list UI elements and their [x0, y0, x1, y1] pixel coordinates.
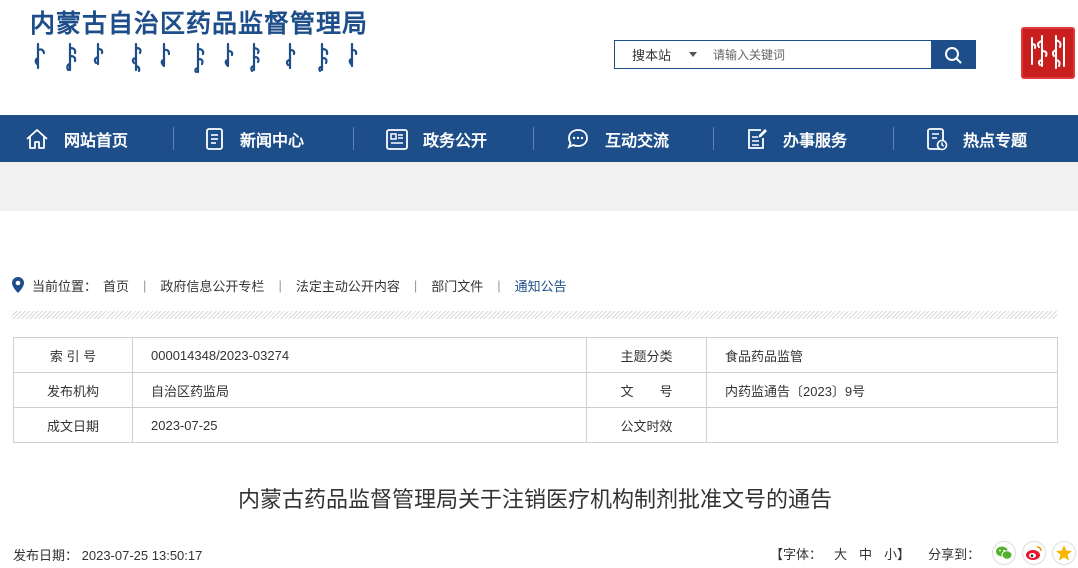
share-qzone-button[interactable]: [1052, 541, 1077, 565]
qzone-star-icon: [1056, 545, 1073, 561]
docno-label: 文 号: [586, 372, 707, 408]
mongolian-script-logo: [34, 42, 358, 74]
date-value: 2023-07-25: [132, 407, 587, 443]
site-header: 内蒙古自治区药品监督管理局 搜本站: [0, 0, 1078, 115]
date-label: 成文日期: [13, 407, 133, 443]
wechat-icon: [996, 546, 1013, 560]
nav-item-interaction[interactable]: 互动交流: [565, 115, 669, 162]
topic-label: 主题分类: [586, 337, 707, 373]
share-wechat-button[interactable]: [992, 541, 1017, 565]
nav-item-services[interactable]: 办事服务: [745, 115, 847, 162]
search-scope-label: 搜本站: [632, 48, 672, 63]
home-icon: [26, 128, 48, 149]
site-logo[interactable]: 内蒙古自治区药品监督管理局: [30, 4, 369, 74]
table-row: 索 引 号 000014348/2023-03274 主题分类 食品药品监管: [13, 337, 1058, 373]
table-row: 成文日期 2023-07-25 公文时效: [13, 407, 1058, 443]
nav-divider: [173, 127, 174, 150]
share-weibo-button[interactable]: [1022, 541, 1047, 565]
nav-divider: [353, 127, 354, 150]
breadcrumb-item-notices[interactable]: 通知公告: [515, 276, 567, 295]
nav-item-topics[interactable]: 热点专题: [925, 115, 1027, 162]
font-size-medium-button[interactable]: 中: [859, 544, 872, 563]
breadcrumb-label: 当前位置：: [32, 278, 98, 294]
font-size-small-button[interactable]: 小】: [884, 544, 910, 563]
location-pin-icon: [12, 277, 24, 293]
article-tools: 【字体： 大 中 小】 分享到：: [770, 541, 1077, 565]
validity-value: [706, 407, 1058, 443]
caret-down-icon: [689, 52, 697, 57]
publish-date-label: 发布日期：: [13, 548, 79, 563]
nav-item-news[interactable]: 新闻中心: [204, 115, 304, 162]
publisher-value: 自治区药监局: [132, 372, 587, 408]
nav-label: 互动交流: [605, 132, 670, 150]
nav-divider: [713, 127, 714, 150]
search-icon: [945, 46, 962, 63]
breadcrumb-item-disclosure[interactable]: 政府信息公开专栏: [160, 276, 264, 295]
nav-label: 新闻中心: [240, 132, 305, 150]
nav-label: 热点专题: [963, 132, 1028, 150]
breadcrumb-item-statutory[interactable]: 法定主动公开内容: [296, 276, 400, 295]
breadcrumb: 当前位置： 首页 | 政府信息公开专栏 | 法定主动公开内容 | 部门文件 | …: [12, 276, 567, 294]
news-icon: [206, 127, 223, 150]
search-scope-select[interactable]: 搜本站: [615, 41, 705, 68]
docno-value: 内药监通告〔2023〕9号: [706, 372, 1058, 408]
validity-label: 公文时效: [586, 407, 707, 443]
breadcrumb-separator: |: [143, 277, 147, 293]
article-title: 内蒙古药品监督管理局关于注销医疗机构制剂批准文号的通告: [237, 487, 832, 512]
edit-document-icon: [748, 128, 767, 149]
nav-label: 办事服务: [783, 132, 848, 150]
publish-date-value: 2023-07-25 13:50:17: [81, 548, 203, 563]
share-label: 分享到：: [928, 546, 981, 562]
search-input[interactable]: [705, 41, 931, 68]
breadcrumb-separator: |: [413, 277, 418, 293]
font-size-large-button[interactable]: 大: [834, 544, 847, 563]
table-row: 发布机构 自治区药监局 文 号 内药监通告〔2023〕9号: [13, 372, 1058, 408]
breadcrumb-item-home[interactable]: 首页: [103, 276, 129, 295]
chat-icon: [567, 128, 588, 149]
breadcrumb-separator: |: [278, 277, 282, 293]
hatch-divider: [12, 311, 1057, 319]
weibo-icon: [1026, 546, 1042, 560]
breadcrumb-item-documents[interactable]: 部门文件: [431, 276, 483, 295]
index-value: 000014348/2023-03274: [132, 337, 587, 373]
site-title: 内蒙古自治区药品监督管理局: [30, 9, 369, 38]
nav-item-affairs[interactable]: 政务公开: [385, 115, 487, 162]
font-size-label: 【字体：: [770, 546, 823, 562]
seal-calligraphy-icon: [1031, 35, 1065, 69]
publisher-label: 发布机构: [13, 372, 133, 408]
breadcrumb-separator: |: [497, 277, 501, 293]
nav-divider: [893, 127, 894, 150]
publish-meta: 发布日期： 2023-07-25 13:50:17: [13, 545, 202, 564]
nav-item-home[interactable]: 网站首页: [24, 115, 128, 162]
index-label: 索 引 号: [13, 337, 133, 373]
document-info-table: 索 引 号 000014348/2023-03274 主题分类 食品药品监管 发…: [13, 337, 1058, 443]
document-icon: [386, 128, 408, 150]
topic-icon: [927, 127, 948, 150]
seal-logo: [1021, 27, 1075, 79]
nav-label: 网站首页: [64, 132, 129, 150]
nav-label: 政务公开: [423, 132, 488, 150]
search-button[interactable]: [931, 41, 975, 68]
search-bar: 搜本站: [614, 40, 976, 69]
main-nav: 网站首页 新闻中心 政务公开 互动交流 办事服务 热点专题: [0, 115, 1078, 162]
banner-band: [0, 162, 1078, 211]
topic-value: 食品药品监管: [706, 337, 1058, 373]
nav-divider: [533, 127, 534, 150]
